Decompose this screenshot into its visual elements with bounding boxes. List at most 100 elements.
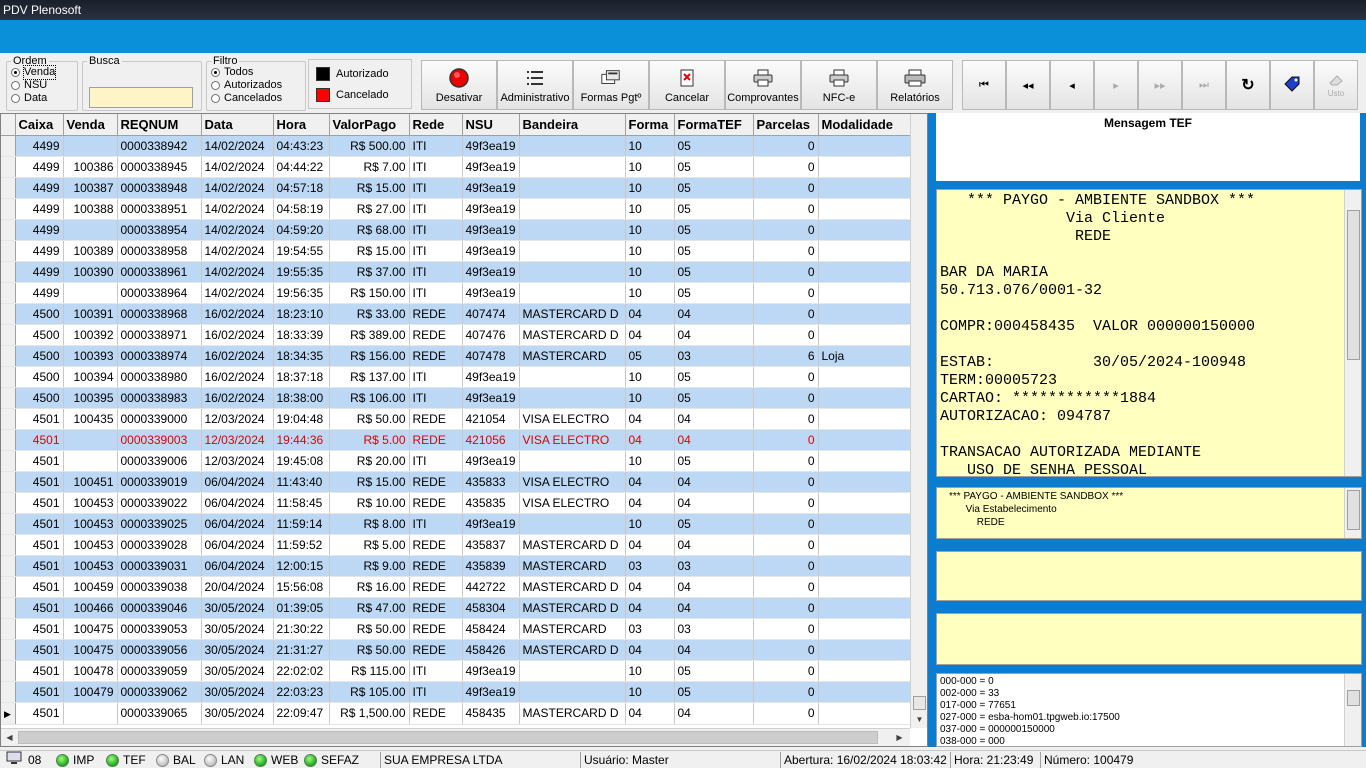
column-header[interactable]: Bandeira: [519, 114, 626, 136]
column-header[interactable]: Parcelas: [753, 114, 819, 136]
table-row[interactable]: 4499 0000338954 14/02/2024 04:59:20 R$ 68.00…: [1, 219, 911, 241]
table-row[interactable]: 4499 100388 0000338951 14/02/2024 04:58:19 R$…: [1, 198, 911, 220]
row-indicator[interactable]: [1, 282, 16, 304]
row-indicator[interactable]: [1, 534, 16, 556]
filtro-radio[interactable]: [211, 81, 220, 90]
ordem-radio[interactable]: [11, 68, 20, 77]
column-header[interactable]: Caixa: [15, 114, 64, 136]
table-row[interactable]: 4501 100453 0000339028 06/04/2024 11:59:52 R$…: [1, 534, 911, 556]
column-header[interactable]: Modalidade: [818, 114, 911, 136]
table-row[interactable]: 4499 100390 0000338961 14/02/2024 19:55:35 R$…: [1, 261, 911, 283]
relatorios-button[interactable]: Relatórios: [877, 60, 953, 110]
table-row[interactable]: 4501 100453 0000339031 06/04/2024 12:00:15 R$…: [1, 555, 911, 577]
row-indicator[interactable]: [1, 618, 16, 640]
row-indicator[interactable]: [1, 156, 16, 178]
ordem-option[interactable]: Data: [7, 92, 77, 105]
row-indicator[interactable]: [1, 471, 16, 493]
filtro-option[interactable]: Autorizados: [207, 79, 305, 92]
estab-scrollbar[interactable]: [1344, 488, 1361, 538]
filtro-option[interactable]: Todos: [207, 66, 305, 79]
next-page-button[interactable]: ▸▸: [1138, 60, 1182, 110]
disabled-nav-button[interactable]: Usto: [1314, 60, 1358, 110]
codes-scrollbar[interactable]: [1344, 674, 1361, 746]
comprovantes-button[interactable]: Comprovantes: [725, 60, 801, 110]
column-header[interactable]: Forma: [625, 114, 675, 136]
scroll-right-icon[interactable]: ▶: [891, 729, 908, 746]
column-header[interactable]: Venda: [63, 114, 118, 136]
row-indicator[interactable]: [1, 492, 16, 514]
table-row[interactable]: 4499 0000338964 14/02/2024 19:56:35 R$ 150.0…: [1, 282, 911, 304]
column-header[interactable]: Rede: [409, 114, 463, 136]
row-indicator[interactable]: [1, 639, 16, 661]
filtro-option[interactable]: Cancelados: [207, 92, 305, 105]
next-record-button[interactable]: ▸: [1094, 60, 1138, 110]
table-row[interactable]: 4500 100393 0000338974 16/02/2024 18:34:35 R$…: [1, 345, 911, 367]
table-row[interactable]: 4500 100394 0000338980 16/02/2024 18:37:18 R$…: [1, 366, 911, 388]
scroll-down-icon[interactable]: ▼: [911, 711, 927, 728]
row-indicator[interactable]: [1, 198, 16, 220]
row-indicator[interactable]: [1, 450, 16, 472]
column-header[interactable]: Data: [201, 114, 274, 136]
row-indicator[interactable]: [1, 429, 16, 451]
row-indicator[interactable]: [1, 324, 16, 346]
row-indicator[interactable]: [1, 681, 16, 703]
table-row[interactable]: 4501 100478 0000339059 30/05/2024 22:02:02 R$…: [1, 660, 911, 682]
table-row[interactable]: 4501 0000339003 12/03/2024 19:44:36 R$ 5.00 R…: [1, 429, 911, 451]
row-indicator[interactable]: [1, 366, 16, 388]
column-header[interactable]: FormaTEF: [674, 114, 754, 136]
row-indicator[interactable]: [1, 408, 16, 430]
table-row[interactable]: 4501 100435 0000339000 12/03/2024 19:04:48 R$…: [1, 408, 911, 430]
row-indicator[interactable]: ▶: [1, 702, 16, 725]
row-indicator[interactable]: [1, 576, 16, 598]
table-row[interactable]: ▶ 4501 0000339065 30/05/2024 22:09:47 R$ 1,50…: [1, 702, 911, 725]
last-record-button[interactable]: ⏭: [1182, 60, 1226, 110]
receipt-scroll-thumb[interactable]: [1347, 210, 1360, 360]
grid-hscroll-thumb[interactable]: [18, 731, 878, 744]
table-row[interactable]: 4499 100389 0000338958 14/02/2024 19:54:55 R$…: [1, 240, 911, 262]
prior-page-button[interactable]: ◂◂: [1006, 60, 1050, 110]
ordem-radio[interactable]: [11, 94, 20, 103]
post-button[interactable]: [1270, 60, 1314, 110]
row-indicator[interactable]: [1, 303, 16, 325]
formas-pgt-button[interactable]: Formas Pgtº: [573, 60, 649, 110]
row-indicator[interactable]: [1, 555, 16, 577]
table-row[interactable]: 4501 100475 0000339053 30/05/2024 21:30:22 R$…: [1, 618, 911, 640]
desativar-button[interactable]: Desativar: [421, 60, 497, 110]
grid-horizontal-scrollbar[interactable]: ◀ ▶: [1, 728, 910, 746]
table-row[interactable]: 4500 100392 0000338971 16/02/2024 18:33:39 R$…: [1, 324, 911, 346]
row-indicator[interactable]: [1, 513, 16, 535]
column-header[interactable]: Hora: [273, 114, 330, 136]
row-indicator[interactable]: [1, 261, 16, 283]
estab-scroll-thumb[interactable]: [1347, 490, 1360, 530]
filtro-radio[interactable]: [211, 68, 220, 77]
cancelar-button[interactable]: Cancelar: [649, 60, 725, 110]
column-header[interactable]: NSU: [462, 114, 520, 136]
table-row[interactable]: 4501 100475 0000339056 30/05/2024 21:31:27 R$…: [1, 639, 911, 661]
row-indicator[interactable]: [1, 345, 16, 367]
nfce-button[interactable]: NFC-e: [801, 60, 877, 110]
table-row[interactable]: 4501 100451 0000339019 06/04/2024 11:43:40 R$…: [1, 471, 911, 493]
row-indicator[interactable]: [1, 660, 16, 682]
row-indicator[interactable]: [1, 219, 16, 241]
row-indicator[interactable]: [1, 177, 16, 199]
filtro-radio[interactable]: [211, 94, 220, 103]
column-header[interactable]: ValorPago: [329, 114, 410, 136]
row-indicator[interactable]: [1, 597, 16, 619]
table-row[interactable]: 4501 100453 0000339025 06/04/2024 11:59:14 R$…: [1, 513, 911, 535]
row-indicator[interactable]: [1, 240, 16, 262]
table-row[interactable]: 4499 100386 0000338945 14/02/2024 04:44:22 R$…: [1, 156, 911, 178]
codes-scroll-thumb[interactable]: [1347, 690, 1360, 706]
ordem-option[interactable]: Venda: [7, 65, 77, 80]
row-indicator[interactable]: [1, 135, 16, 157]
receipt-scrollbar[interactable]: [1344, 190, 1361, 476]
table-row[interactable]: 4499 0000338942 14/02/2024 04:43:23 R$ 500.0…: [1, 135, 911, 157]
table-row[interactable]: 4501 100453 0000339022 06/04/2024 11:58:45 R$…: [1, 492, 911, 514]
grid-vscroll-thumb[interactable]: [913, 696, 926, 710]
table-row[interactable]: 4500 100391 0000338968 16/02/2024 18:23:10 R$…: [1, 303, 911, 325]
table-row[interactable]: 4499 100387 0000338948 14/02/2024 04:57:18 R$…: [1, 177, 911, 199]
table-row[interactable]: 4501 0000339006 12/03/2024 19:45:08 R$ 20.00…: [1, 450, 911, 472]
refresh-button[interactable]: ↻: [1226, 60, 1270, 110]
scroll-left-icon[interactable]: ◀: [1, 729, 18, 746]
administrativo-button[interactable]: Administrativo: [497, 60, 573, 110]
row-indicator[interactable]: [1, 387, 16, 409]
